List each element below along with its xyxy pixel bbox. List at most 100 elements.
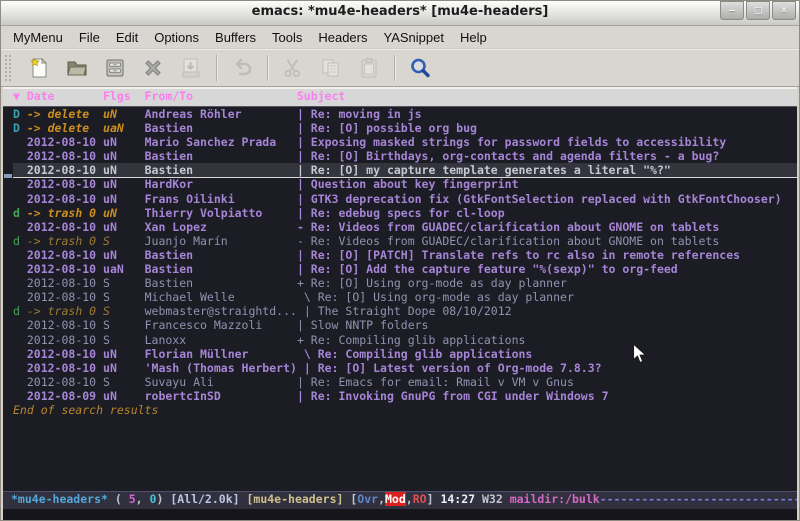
row-mark	[13, 318, 27, 332]
row-subject: | Re: [O] [PATCH] Translate refs to rc a…	[297, 248, 740, 262]
window-title: emacs: *mu4e-headers* [mu4e-headers]	[1, 4, 799, 19]
message-row[interactable]: 2012-08-10 uN Frans Oilinki | GTK3 depre…	[13, 192, 797, 206]
emacs-window: emacs: *mu4e-headers* [mu4e-headers] ‒□✕…	[0, 0, 800, 521]
toolbar-separator	[216, 55, 217, 81]
message-row[interactable]: 2012-08-10 S Lanoxx + Re: Compiling glib…	[13, 333, 797, 347]
row-mark: D	[13, 121, 27, 135]
maximize-button[interactable]: □	[746, 1, 770, 20]
row-date: 2012-08-10	[27, 220, 96, 234]
row-flags: uN	[103, 163, 138, 177]
row-mark	[13, 177, 27, 191]
row-date: 2012-08-10	[27, 248, 96, 262]
row-from: Bastien	[145, 121, 297, 135]
row-mark: d	[13, 304, 27, 318]
row-from: HardKor	[145, 177, 297, 191]
save-icon[interactable]	[102, 55, 128, 81]
row-flags: uaN	[103, 262, 138, 276]
toolbar-drag-handle[interactable]	[4, 54, 12, 82]
row-flags: uN	[103, 149, 138, 163]
message-row[interactable]: 2012-08-10 uN Mario Sanchez Prada | Expo…	[13, 135, 797, 149]
mu4e-headers-buffer: D -> delete uN Andreas Röhler | Re: movi…	[3, 107, 797, 491]
modeline-segment-plain: ,	[406, 492, 413, 506]
message-row[interactable]: 2012-08-10 uN Xan Lopez - Re: Videos fro…	[13, 220, 797, 234]
row-from: 'Mash (Thomas Herbert)	[145, 361, 304, 375]
mode-line[interactable]: *mu4e-headers* ( 5, 0) [All/2.0k] [mu4e-…	[3, 491, 797, 509]
row-mark	[13, 361, 27, 375]
headers-column-titles: ▼ Date Flgs From/To Subject	[3, 89, 797, 107]
message-row[interactable]: d -> trash 0 S webmaster@straightd... | …	[13, 304, 797, 318]
search-icon[interactable]	[407, 55, 433, 81]
row-flags: uaN	[103, 121, 138, 135]
cut-icon	[280, 55, 306, 81]
message-row[interactable]: d -> trash 0 S Juanjo Marín - Re: Videos…	[13, 234, 797, 248]
row-subject: | Re: [O] Add the capture feature "%(sex…	[297, 262, 678, 276]
row-from: Suvayu Ali	[145, 375, 297, 389]
open-folder-icon[interactable]	[64, 55, 90, 81]
row-from: Juanjo Marín	[145, 234, 297, 248]
row-subject: | GTK3 deprecation fix (GtkFontSelection…	[297, 192, 782, 206]
message-row[interactable]: 2012-08-10 S Francesco Mazzoli | Slow NN…	[13, 318, 797, 332]
message-row[interactable]: D -> delete uaN Bastien | Re: [O] possib…	[13, 121, 797, 135]
message-row[interactable]: 2012-08-10 S Suvayu Ali | Re: Emacs for …	[13, 375, 797, 389]
message-row[interactable]: 2012-08-10 S Michael Welle \ Re: [O] Usi…	[13, 290, 797, 304]
modeline-segment-num-pink: 5	[129, 492, 136, 506]
row-date: -> trash 0	[27, 206, 96, 220]
row-mark: D	[13, 107, 27, 121]
row-date: 2012-08-10	[27, 375, 96, 389]
end-of-results: End of search results	[13, 403, 797, 417]
menu-headers[interactable]: Headers	[310, 28, 375, 47]
row-date: 2012-08-10	[27, 361, 96, 375]
row-flags: S	[103, 234, 138, 248]
row-subject: | Re: Invoking GnuPG from CGI under Wind…	[297, 389, 609, 403]
menu-edit[interactable]: Edit	[108, 28, 146, 47]
row-mark	[13, 347, 27, 361]
row-flags: uN	[103, 347, 138, 361]
echo-area[interactable]	[3, 509, 797, 521]
row-flags: uN	[103, 107, 138, 121]
menu-buffers[interactable]: Buffers	[207, 28, 264, 47]
menu-tools[interactable]: Tools	[264, 28, 310, 47]
save-as-icon	[178, 55, 204, 81]
tool-bar	[1, 49, 799, 87]
message-row[interactable]: 2012-08-10 uN Bastien | Re: [O] [PATCH] …	[13, 248, 797, 262]
undo-icon	[229, 55, 255, 81]
row-flags: S	[103, 318, 138, 332]
close-button[interactable]: ✕	[772, 1, 796, 20]
message-row[interactable]: D -> delete uN Andreas Röhler | Re: movi…	[13, 107, 797, 121]
menu-file[interactable]: File	[71, 28, 108, 47]
modeline-segment-plain: ]	[427, 492, 441, 506]
message-row[interactable]: 2012-08-10 uN HardKor | Question about k…	[13, 177, 797, 191]
row-mark	[13, 149, 27, 163]
row-date: 2012-08-10	[27, 262, 96, 276]
menu-yasnippet[interactable]: YASnippet	[375, 28, 451, 47]
message-row[interactable]: 2012-08-10 uN Florian Müllner \ Re: Comp…	[13, 347, 797, 361]
message-row[interactable]: d -> trash 0 uN Thierry Volpiatto | Re: …	[13, 206, 797, 220]
row-from: robertcInSD	[145, 389, 297, 403]
menu-options[interactable]: Options	[146, 28, 207, 47]
message-row[interactable]: 2012-08-10 S Bastien + Re: [O] Using org…	[13, 276, 797, 290]
row-mark: d	[13, 206, 27, 220]
toolbar-separator	[267, 55, 268, 81]
minimize-button[interactable]: ‒	[720, 1, 744, 20]
message-row[interactable]: 2012-08-10 uN Bastien | Re: [O] Birthday…	[13, 149, 797, 163]
row-mark	[13, 220, 27, 234]
menu-mymenu[interactable]: MyMenu	[5, 28, 71, 47]
row-flags: uN	[103, 206, 138, 220]
menu-help[interactable]: Help	[452, 28, 495, 47]
new-file-icon[interactable]	[26, 55, 52, 81]
message-row[interactable]: 2012-08-10 uN Bastien | Re: [O] my captu…	[13, 163, 797, 177]
row-subject: \ Re: Compiling glib applications	[297, 347, 532, 361]
row-subject: | Exposing masked strings for password f…	[297, 135, 726, 149]
row-date: 2012-08-10	[27, 149, 96, 163]
message-row[interactable]: 2012-08-09 uN robertcInSD | Re: Invoking…	[13, 389, 797, 403]
row-flags: uN	[103, 192, 138, 206]
row-from: Bastien	[145, 262, 297, 276]
message-row[interactable]: 2012-08-10 uN 'Mash (Thomas Herbert) | R…	[13, 361, 797, 375]
modeline-segment-mod: Mod	[385, 492, 406, 506]
title-bar[interactable]: emacs: *mu4e-headers* [mu4e-headers] ‒□✕	[1, 1, 799, 26]
row-date: 2012-08-10	[27, 276, 96, 290]
close-buffer-icon[interactable]	[140, 55, 166, 81]
message-row[interactable]: 2012-08-10 uaN Bastien | Re: [O] Add the…	[13, 262, 797, 276]
row-from: Bastien	[145, 163, 297, 177]
row-date: 2012-08-10	[27, 347, 96, 361]
